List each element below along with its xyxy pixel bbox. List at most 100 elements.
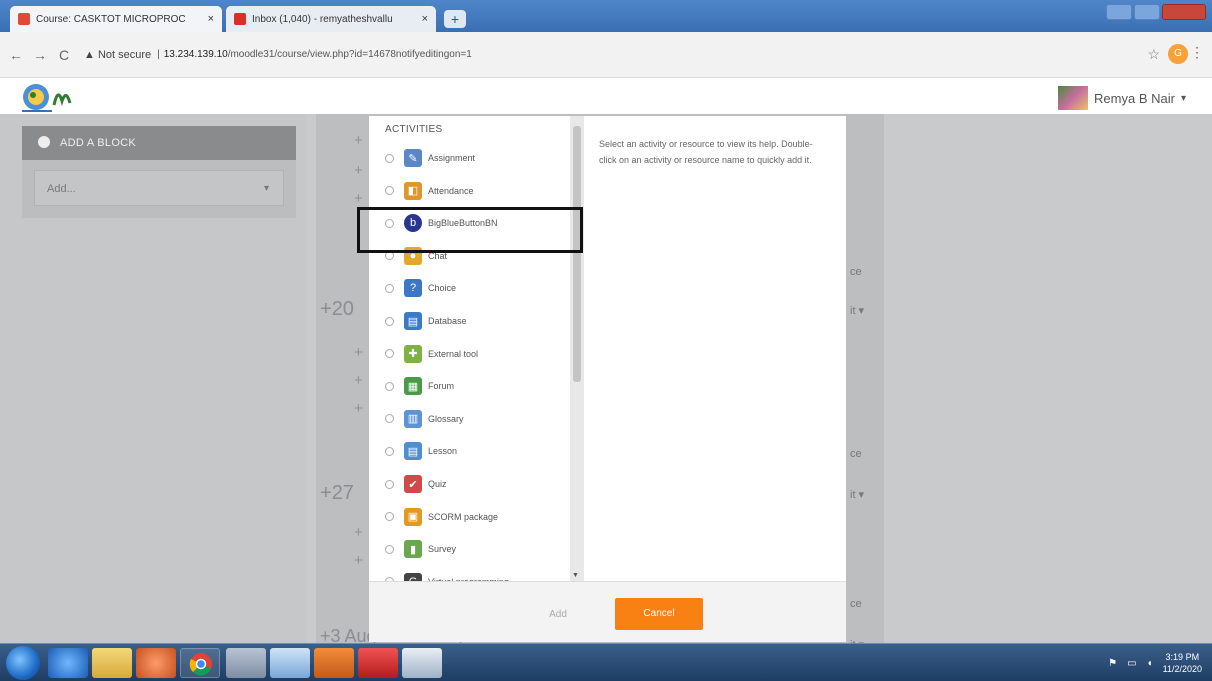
pdf-taskbar-icon[interactable] [358,648,398,678]
tab-inbox-gmail-visible[interactable]: Inbox (1,040) - remyatheshvallu × [226,6,436,32]
activity-item[interactable]: ✔ Quiz [385,470,575,498]
activity-radio[interactable] [385,479,394,489]
move-handle-icon: + [354,524,363,541]
forward-button[interactable]: → [28,47,52,63]
activity-item[interactable]: ▤ Lesson [385,437,575,465]
reload-button[interactable]: C [52,47,76,63]
add-block-title: ADD A BLOCK [60,137,137,149]
add-block-select-value: Add... [47,183,76,195]
browser-menu-icon[interactable]: ⋮ [1190,44,1204,61]
address-bar-row: ← → C ▲ Not secure | 13.234.139.10 /mood… [0,32,1212,78]
section-number-20: +20 [320,298,354,321]
bigbluebutton-highlight-box [357,207,583,253]
tray-volume-icon[interactable]: ◖ [1147,658,1153,669]
activity-radio[interactable] [385,446,394,456]
activity-help-text: Select an activity or resource to view i… [599,139,813,165]
chrome-taskbar-icon[interactable] [180,648,220,678]
start-button[interactable] [6,646,40,680]
glossary-icon: ▥ [404,409,422,428]
activity-radio[interactable] [385,186,394,196]
url-separator: | [157,49,160,60]
activity-radio[interactable] [385,414,394,424]
activity-item[interactable]: ▮ Survey [385,535,575,563]
activity-label: Lesson [428,446,458,457]
activity-item[interactable]: ✎ Assignment [385,144,575,172]
section-plus-icon: + [320,298,332,320]
activity-item[interactable]: ▤ Database [385,307,575,335]
scorm-icon: ▣ [404,507,422,526]
activity-item[interactable]: ▥ Glossary [385,405,575,433]
move-handle-icon: + [354,132,363,149]
vpl-icon: G [404,572,422,581]
activity-radio[interactable] [385,349,394,359]
media-taskbar-icon[interactable] [136,648,176,678]
scroll-down-icon[interactable]: ▼ [572,572,579,579]
url-field[interactable]: ▲ Not secure | 13.234.139.10 /moodle31/c… [84,49,472,61]
activity-item[interactable]: ◧ Attendance [385,177,575,205]
database-icon: ▤ [404,312,422,330]
maximize-button[interactable] [1134,4,1160,20]
cancel-button[interactable]: Cancel [615,598,703,630]
people-taskbar-icon[interactable] [226,648,266,678]
document-taskbar-icon[interactable] [270,648,310,678]
tab-course-title: Course: CASKTOT MICROPROC [36,13,186,25]
not-secure-label[interactable]: ▲ Not secure [84,49,151,61]
minimize-button[interactable] [1106,4,1132,20]
move-handle-icon: + [354,552,363,569]
activity-radio[interactable] [385,283,394,293]
tab-close-icon[interactable]: × [422,13,428,25]
move-handle-icon: + [354,190,363,207]
site-logo[interactable] [20,81,130,113]
activity-item[interactable]: ✚ External tool [385,340,575,368]
select-caret-icon: ▾ [263,183,269,194]
vlc-taskbar-icon[interactable] [314,648,354,678]
activity-item[interactable]: ? Choice [385,274,575,302]
activity-radio[interactable] [385,153,394,163]
activity-radio[interactable] [385,316,394,326]
extension-icon[interactable]: G [1168,44,1188,64]
activity-radio[interactable] [385,544,394,554]
activity-list[interactable]: ACTIVITIES ✎ Assignment ◧ Attendance b BigBlu… [369,116,583,581]
bookmark-star-icon[interactable]: ☆ [1147,46,1160,63]
section-27-label: 27 [331,482,354,504]
lesson-icon: ▤ [404,442,422,461]
activity-label: Survey [428,544,457,555]
assignment-icon: ✎ [404,149,422,167]
activity-label: Glossary [428,413,464,424]
activity-item[interactable]: ▣ SCORM package [385,503,575,531]
add-block-icon [38,136,50,149]
activity-label: Choice [428,283,457,294]
ie-taskbar-icon[interactable] [48,648,88,678]
tab-inbox-title: Inbox (1,040) - remyatheshvallu [252,13,393,25]
tray-flag-icon[interactable]: ⚑ [1108,658,1117,669]
tray-network-icon[interactable]: ▭ [1127,658,1136,669]
activity-radio[interactable] [385,381,394,391]
back-button[interactable]: ← [4,47,28,63]
explorer-taskbar-icon[interactable] [92,648,132,678]
user-menu[interactable]: Remya B Nair ▾ [1058,86,1186,110]
url-path: /moodle31/course/view.php?id=14678notify… [227,49,472,60]
move-handle-icon: + [354,400,363,417]
add-block-select[interactable]: Add... ▾ [34,170,284,206]
activity-item[interactable]: GVirtual programming [385,568,575,581]
activity-label: Assignment [428,153,476,163]
scrollbar-thumb[interactable] [573,126,581,382]
close-window-button[interactable] [1162,4,1206,20]
chrome-icon [189,653,212,676]
new-tab-button[interactable]: + [444,10,466,28]
activity-radio[interactable] [385,512,394,522]
paint-taskbar-icon[interactable] [402,648,442,678]
clock-time: 3:19 PM [1165,652,1200,662]
forum-icon: ▦ [404,377,422,396]
choice-icon: ? [404,279,422,298]
activity-item[interactable]: ▦ Forum [385,372,575,400]
side-text: ce [850,598,862,610]
moodle-header: Remya B Nair ▾ [0,78,1212,114]
taskbar-clock[interactable]: 3:19 PM 11/2/2020 [1163,651,1202,675]
add-button[interactable]: Add [527,600,589,630]
activity-label: SCORM package [428,511,499,522]
system-tray: ⚑ ▭ ◖ 3:19 PM 11/2/2020 [1042,644,1212,681]
tab-close-icon[interactable]: × [208,13,214,25]
tab-course[interactable]: Course: CASKTOT MICROPROC × [10,6,222,32]
user-menu-caret-icon: ▾ [1180,92,1186,104]
